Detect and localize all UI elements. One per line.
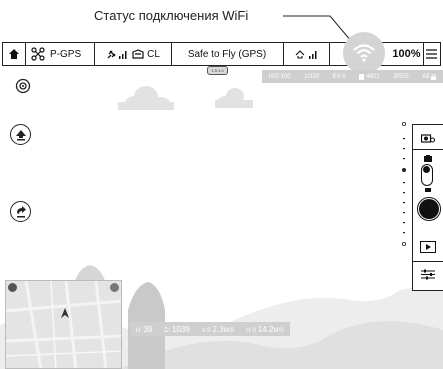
battery-status[interactable]: 100% <box>390 43 424 65</box>
shutter-value: 1/320 <box>304 73 320 80</box>
altitude-readout: H: 39 <box>135 324 153 334</box>
home-icon <box>9 49 19 59</box>
signal-status[interactable]: CL <box>95 43 172 65</box>
aircraft-position-icon <box>61 308 69 318</box>
flight-mode-label: P-GPS <box>50 48 82 60</box>
photo-mode-icon <box>424 155 432 162</box>
hd-signal-bars-icon <box>308 50 316 59</box>
camera-params-strip: ISO 100 1/320 EV 0 4821 JPEG AE <box>262 70 443 83</box>
camera-advanced-settings-button[interactable] <box>419 267 437 281</box>
format-value: JPEG <box>393 73 409 80</box>
wifi-icon <box>353 44 375 62</box>
radar-icon <box>15 78 31 94</box>
flight-mode[interactable]: P-GPS <box>25 43 95 65</box>
map-corner-button-tl[interactable] <box>8 283 17 292</box>
aircraft-status-label: Safe to Fly (GPS) <box>187 48 267 60</box>
sd-card-icon <box>359 73 365 80</box>
iso-value: ISO 100 <box>268 73 291 80</box>
menu-icon <box>426 49 437 59</box>
distance-readout: D: 1039 <box>164 324 190 334</box>
drone-icon <box>31 47 45 61</box>
wifi-highlight[interactable] <box>343 32 385 74</box>
gps-signal-bars-icon <box>119 50 127 59</box>
home-button[interactable] <box>3 43 26 65</box>
camera-control-panel <box>412 124 443 291</box>
sliders-icon <box>421 269 435 279</box>
play-icon <box>425 244 431 250</box>
camera-settings-button[interactable] <box>419 131 437 145</box>
gimbal-indicator: 1.5 1.0 <box>207 66 228 75</box>
toggle-switch[interactable] <box>421 164 433 186</box>
return-home-icon <box>16 205 26 217</box>
map-corner-button-tr[interactable] <box>110 283 119 292</box>
camera-settings-icon <box>421 133 435 143</box>
vertical-speed-readout: V.S 2.3M/S <box>201 324 235 334</box>
takeoff-button[interactable] <box>10 124 31 145</box>
playback-button[interactable] <box>420 241 436 253</box>
panel-divider-bottom <box>413 261 443 262</box>
aircraft-status[interactable]: Safe to Fly (GPS) <box>171 43 284 65</box>
mini-map[interactable] <box>5 280 122 369</box>
battery-percentage: 100% <box>392 48 421 60</box>
cloud-right <box>215 88 253 108</box>
ae-lock[interactable]: AE <box>422 73 437 80</box>
takeoff-icon <box>15 129 26 140</box>
ev-value: EV 0 <box>332 73 346 80</box>
telemetry-strip: H: 39 D: 1039 V.S 2.3M/S H.S 14.2M/S <box>130 322 290 336</box>
obstacle-sensing-button[interactable] <box>15 78 31 99</box>
remote-controller-icon <box>132 48 144 59</box>
panel-divider-top <box>413 149 443 150</box>
horizontal-speed-readout: H.S 14.2M/S <box>246 324 285 334</box>
hd-signal[interactable] <box>283 43 330 65</box>
photo-video-toggle[interactable] <box>421 155 435 186</box>
satellite-icon <box>107 50 116 58</box>
capacity-value: 4821 <box>359 73 380 80</box>
cloud-left <box>118 86 174 110</box>
return-home-button[interactable] <box>10 201 31 222</box>
lock-icon <box>431 73 437 80</box>
map-roads <box>6 281 121 368</box>
exposure-scale <box>402 122 407 247</box>
shutter-button[interactable] <box>417 197 441 221</box>
menu-button[interactable] <box>423 43 440 65</box>
video-mode-icon <box>425 188 431 192</box>
control-mode-label: CL <box>147 48 160 60</box>
hd-video-icon <box>295 50 304 59</box>
